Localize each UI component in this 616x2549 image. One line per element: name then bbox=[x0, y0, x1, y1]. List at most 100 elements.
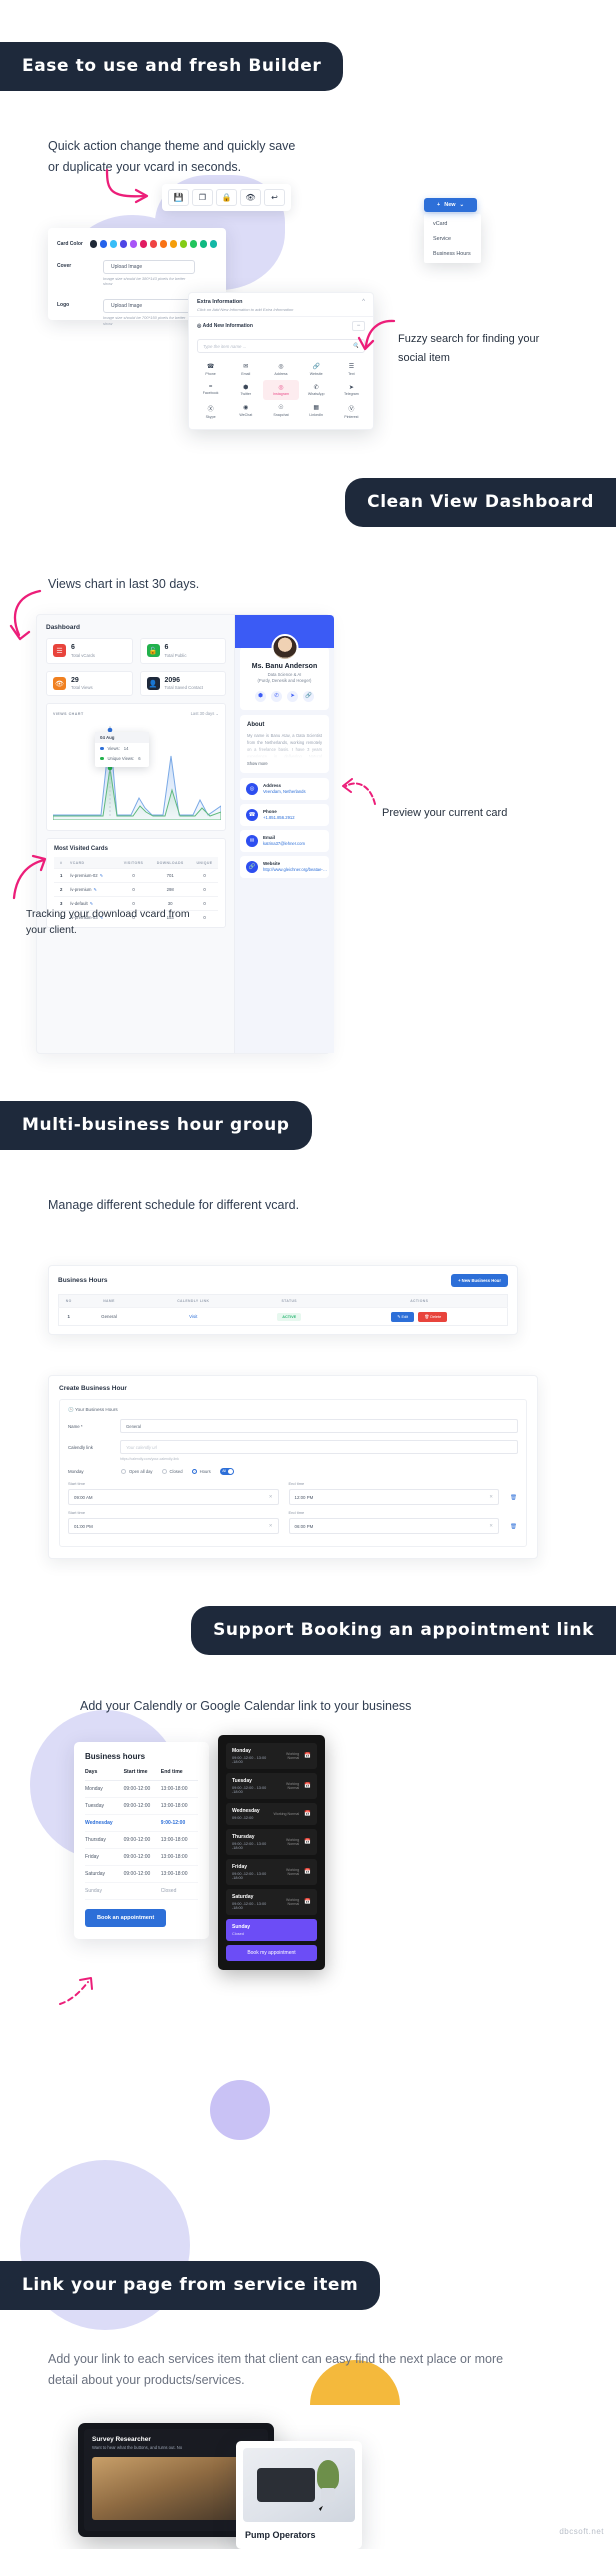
book-appointment-button[interactable]: Book an appointment bbox=[85, 1909, 167, 1927]
telegram-icon[interactable]: ➤ bbox=[287, 690, 298, 702]
menu-item-service[interactable]: Service bbox=[424, 231, 481, 246]
cover-upload-button[interactable]: Upload Image bbox=[103, 259, 195, 274]
social-item-twitter[interactable]: ⬢ Twitter bbox=[228, 380, 263, 401]
whatsapp-icon[interactable]: ✆ bbox=[271, 690, 282, 702]
social-item-wechat[interactable]: ◉ WeChat bbox=[228, 400, 263, 423]
swatch[interactable] bbox=[199, 240, 207, 248]
swatch[interactable] bbox=[139, 240, 147, 248]
clear-icon[interactable]: ✕ bbox=[269, 1523, 273, 1529]
stat-card-total-public[interactable]: 🔓 6 Total Public bbox=[139, 638, 226, 664]
calendly-input[interactable]: Your calendly url bbox=[120, 1440, 518, 1454]
clear-icon[interactable]: ✕ bbox=[489, 1523, 493, 1529]
social-item-facebook[interactable]: = Facebook bbox=[193, 380, 228, 401]
show-more-link[interactable]: Show more bbox=[247, 761, 322, 766]
social-item-snapchat[interactable]: ☉ Snapchat bbox=[263, 400, 298, 423]
swatch[interactable] bbox=[189, 240, 197, 248]
new-dropdown[interactable]: + New ⌄ vCard Service Business Hours bbox=[424, 193, 481, 263]
delete-slot-icon[interactable]: 🗑 bbox=[509, 1481, 518, 1505]
service-card[interactable]: Pump Operators bbox=[236, 2441, 362, 2549]
clear-icon[interactable]: ✕ bbox=[489, 1494, 493, 1500]
delete-slot-icon[interactable]: 🗑 bbox=[509, 1510, 518, 1534]
radio-hours[interactable]: Hours bbox=[191, 1469, 211, 1474]
edit-pencil-icon[interactable]: ✎ bbox=[94, 888, 97, 892]
name-input[interactable]: General bbox=[120, 1419, 518, 1433]
swatch[interactable] bbox=[159, 240, 167, 248]
radio-open-all-day[interactable]: Open all day bbox=[121, 1469, 153, 1474]
calendly-visit-link[interactable]: Visit bbox=[189, 1314, 197, 1319]
social-item-email[interactable]: ✉ Email bbox=[228, 359, 263, 380]
menu-item-vcard[interactable]: vCard bbox=[424, 216, 481, 231]
edit-button[interactable]: ✎ Edit bbox=[391, 1312, 415, 1322]
callout-tracking-downloads: Tracking your download vcard from your c… bbox=[26, 908, 190, 937]
menu-item-business-hours[interactable]: Business Hours bbox=[424, 246, 481, 261]
chevron-down-icon: ⌄ bbox=[215, 711, 219, 717]
table-row[interactable]: 1 /v-premium-02 ✎ 0 701 0 bbox=[54, 868, 218, 883]
preview-item-phone[interactable]: ☎ Phone +1.851.856.2912 bbox=[240, 803, 329, 826]
stat-card-total-saved-contact[interactable]: 👤 2096 Total Saved Contact bbox=[139, 670, 226, 697]
dark-row-sunday[interactable]: Sunday Closed bbox=[226, 1919, 317, 1941]
edit-pencil-icon[interactable]: ✎ bbox=[100, 874, 103, 878]
dark-row-saturday[interactable]: Saturday 09:00 -12:00 - 13:00 -18:00 Work… bbox=[226, 1889, 317, 1915]
table-row[interactable]: 2 /v-premium ✎ 0 298 0 bbox=[54, 882, 218, 897]
dark-row-friday[interactable]: Friday 09:00 -12:00 - 13:00 -18:00 Workin… bbox=[226, 1859, 317, 1885]
social-item-whatsapp[interactable]: ✆ WhatsApp bbox=[299, 380, 334, 401]
table-row[interactable]: 1 General Visit ACTIVE ✎ Edit 🗑 Delete bbox=[58, 1307, 508, 1326]
clear-icon[interactable]: ✕ bbox=[269, 1494, 273, 1500]
radio-closed[interactable]: Closed bbox=[161, 1469, 183, 1474]
swatch[interactable] bbox=[149, 240, 157, 248]
social-item-grid[interactable]: ☎ Phone ✉ Email ◎ Address 🔗 Website ☰ Text = F… bbox=[189, 357, 373, 429]
new-business-hour-button[interactable]: + New Business Hour bbox=[451, 1274, 508, 1287]
swatch[interactable] bbox=[119, 240, 127, 248]
social-item-pinterest[interactable]: Ⓥ Pinterest bbox=[334, 400, 369, 423]
social-item-phone[interactable]: ☎ Phone bbox=[193, 359, 228, 380]
twitter-icon[interactable]: ⬢ bbox=[255, 690, 266, 702]
social-item-instagram[interactable]: ◎ Instagram bbox=[263, 379, 299, 400]
duplicate-icon[interactable]: ❐ bbox=[192, 189, 213, 206]
preview-item-email[interactable]: ✉ Email katrina37@lehner.com bbox=[240, 829, 329, 852]
swatch[interactable] bbox=[209, 240, 217, 248]
book-my-appointment-button[interactable]: Book my appointment bbox=[226, 1945, 317, 1961]
link-icon[interactable]: 🔗 bbox=[303, 690, 314, 702]
social-item-telegram[interactable]: ➤ Telegram bbox=[334, 380, 369, 401]
new-button[interactable]: + New ⌄ bbox=[424, 198, 478, 212]
preview-item-address[interactable]: ◎ Address Veendam, Netherlands bbox=[240, 777, 329, 800]
dark-row-tuesday[interactable]: Tuesday 09:00 -12:00 - 13:00 -18:00 Worki… bbox=[226, 1773, 317, 1799]
end-time-input[interactable]: 06:00 PM ✕ bbox=[288, 1518, 499, 1534]
save-icon[interactable]: 💾 bbox=[168, 189, 189, 206]
swatch[interactable] bbox=[169, 240, 177, 248]
delete-button[interactable]: 🗑 Delete bbox=[418, 1312, 448, 1322]
end-time-input[interactable]: 12:00 PM ✕ bbox=[288, 1489, 499, 1505]
dark-row-wednesday[interactable]: Wednesday 09:00 -12:00 Working Normal 📅 bbox=[226, 1803, 317, 1825]
dark-row-monday[interactable]: Monday 09:00 -12:00 - 13:00 -18:00 Workin… bbox=[226, 1743, 317, 1769]
social-item-website[interactable]: 🔗 Website bbox=[299, 359, 334, 380]
social-item-skype[interactable]: Ⓧ Skype bbox=[193, 400, 228, 423]
new-dropdown-menu[interactable]: vCard Service Business Hours bbox=[424, 214, 481, 263]
eye-icon[interactable]: 👁 bbox=[240, 189, 261, 206]
preview-item-website[interactable]: 🔗 Website http://www.gleichner.org/beatae… bbox=[240, 855, 329, 878]
swatch[interactable] bbox=[179, 240, 187, 248]
all-days-toggle[interactable]: All bbox=[219, 1468, 234, 1475]
start-time-input[interactable]: 01:00 PM ✕ bbox=[68, 1518, 279, 1534]
swatch[interactable] bbox=[129, 240, 137, 248]
preview-social-row[interactable]: ⬢ ✆ ➤ 🔗 bbox=[246, 690, 323, 702]
legend-dot-views bbox=[100, 746, 104, 751]
lock-icon[interactable]: 🔒 bbox=[216, 189, 237, 206]
swatch[interactable] bbox=[89, 240, 97, 248]
color-swatches[interactable] bbox=[89, 238, 217, 248]
chevron-up-icon[interactable]: ^ bbox=[362, 299, 365, 305]
stat-card-total-vcards[interactable]: ☰ 6 Total vCards bbox=[46, 638, 133, 664]
undo-icon[interactable]: ↩ bbox=[264, 189, 285, 206]
social-item-text[interactable]: ☰ Text bbox=[334, 359, 369, 380]
quick-action-toolbar[interactable]: 💾 ❐ 🔒 👁 ↩ bbox=[162, 184, 291, 211]
dark-row-thursday[interactable]: Thursday 09:00 -12:00 - 13:00 -18:00 Work… bbox=[226, 1829, 317, 1855]
start-time-input[interactable]: 09:00 AM ✕ bbox=[68, 1489, 279, 1505]
swatch[interactable] bbox=[99, 240, 107, 248]
swatch[interactable] bbox=[109, 240, 117, 248]
chart-range-selector[interactable]: Last 30 days ⌄ bbox=[191, 711, 219, 716]
social-search-input[interactable]: Type the item name ... 🔍 bbox=[197, 339, 365, 353]
stat-card-total-views[interactable]: 👁 29 Total Views bbox=[46, 670, 133, 697]
add-new-information-row[interactable]: ◎ Add New Information − bbox=[189, 316, 373, 335]
social-item-linkedin[interactable]: ▦ LinkedIn bbox=[299, 400, 334, 423]
logo-upload-button[interactable]: Upload Image bbox=[103, 299, 195, 314]
social-item-address[interactable]: ◎ Address bbox=[263, 359, 298, 380]
